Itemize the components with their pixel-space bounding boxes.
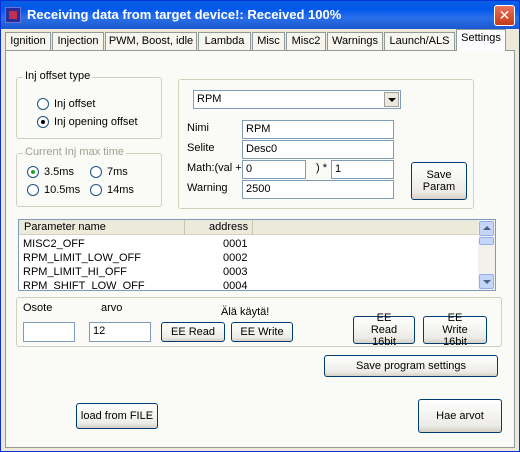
radio-14ms[interactable]: 14ms (90, 184, 134, 196)
inj-offset-group: Inj offset type Inj offset Inj opening o… (16, 70, 162, 139)
math-label: Math:(val + (187, 162, 242, 174)
nimi-field[interactable]: RPM (242, 120, 394, 139)
arvo-label: arvo (101, 302, 123, 314)
eeprom-group: Osote arvo 12 Älä käytä! EE Read EE Writ… (16, 297, 502, 348)
cell-name: RPM_LIMIT_HI_OFF (23, 266, 127, 278)
radio-indicator (90, 184, 102, 196)
title-bar: Receiving data from target device!: Rece… (1, 1, 519, 29)
load-from-file-button[interactable]: load from FILE (76, 403, 158, 429)
radio-indicator (37, 116, 49, 128)
tab-misc2[interactable]: Misc2 (286, 32, 326, 51)
radio-7ms[interactable]: 7ms (90, 166, 128, 178)
inj-offset-title: Inj offset type (23, 70, 93, 82)
radio-label: 10.5ms (44, 184, 81, 196)
cell-address: 0002 (223, 252, 248, 264)
selite-label: Selite (187, 142, 215, 154)
radio-inj-offset[interactable]: Inj offset (37, 98, 95, 110)
param-select-value: RPM (197, 93, 222, 105)
tab-settings[interactable]: Settings (456, 29, 506, 51)
hae-arvot-button[interactable]: Hae arvot (418, 399, 502, 433)
nimi-label: Nimi (187, 122, 209, 134)
ee-read-16bit-button[interactable]: EE Read 16bit (353, 312, 415, 348)
radio-inj-opening-offset[interactable]: Inj opening offset (37, 116, 138, 128)
scroll-down-icon[interactable] (479, 274, 494, 289)
osote-field[interactable] (23, 322, 75, 342)
warning-label: Warning (187, 182, 228, 194)
ee-write-16bit-button[interactable]: EE Write 16bit (423, 312, 487, 348)
cell-address: 0003 (223, 266, 248, 278)
radio-indicator (90, 166, 102, 178)
cell-address: 0001 (223, 238, 248, 250)
table-header: Parameter name address (19, 220, 479, 235)
arvo-field[interactable]: 12 (89, 322, 151, 342)
radio-3-5ms[interactable]: 3.5ms (27, 166, 74, 178)
main-window: Receiving data from target device!: Rece… (0, 0, 520, 452)
ee-warning-label: Älä käytä! (221, 306, 270, 318)
tab-launch-als[interactable]: Launch/ALS (384, 32, 455, 51)
column-parameter-name[interactable]: Parameter name (19, 220, 185, 235)
cell-name: RPM_SHIFT_LOW_OFF (23, 280, 145, 291)
save-program-settings-button[interactable]: Save program settings (324, 355, 498, 377)
param-select[interactable]: RPM (193, 90, 401, 109)
osote-label: Osote (23, 302, 53, 314)
table-scrollbar[interactable] (478, 220, 495, 290)
tab-injection[interactable]: Injection (52, 32, 104, 51)
radio-label: 3.5ms (44, 166, 74, 178)
radio-label: 7ms (107, 166, 128, 178)
radio-indicator (27, 166, 39, 178)
tab-misc[interactable]: Misc (252, 32, 285, 51)
window-title: Receiving data from target device!: Rece… (27, 7, 342, 22)
radio-indicator (27, 184, 39, 196)
radio-indicator (37, 98, 49, 110)
tab-pwm-boost-idle[interactable]: PWM, Boost, idle (105, 32, 197, 51)
radio-label: Inj offset (54, 98, 96, 110)
save-param-button[interactable]: Save Param (411, 162, 467, 200)
radio-10-5ms[interactable]: 10.5ms (27, 184, 80, 196)
chevron-down-icon[interactable] (384, 92, 399, 107)
scroll-up-icon[interactable] (479, 221, 494, 236)
ee-write-button[interactable]: EE Write (231, 322, 293, 342)
close-button[interactable]: ✕ (494, 5, 515, 26)
tab-strip: Ignition Injection PWM, Boost, idle Lamb… (5, 29, 515, 51)
cell-name: RPM_LIMIT_LOW_OFF (23, 252, 141, 264)
app-icon (5, 7, 21, 23)
math-offset-field[interactable]: 0 (242, 160, 306, 179)
inj-max-group: Current Inj max time 3.5ms 7ms 10.5ms 14… (16, 146, 162, 207)
settings-panel: Inj offset type Inj offset Inj opening o… (5, 50, 515, 448)
inj-max-title: Current Inj max time (23, 146, 127, 158)
selite-field[interactable]: Desc0 (242, 140, 394, 159)
radio-label: 14ms (107, 184, 134, 196)
radio-label: Inj opening offset (54, 116, 138, 128)
warning-field[interactable]: 2500 (242, 180, 394, 199)
ee-read-button[interactable]: EE Read (161, 322, 225, 342)
math-factor-field[interactable]: 1 (331, 160, 394, 179)
tab-lambda[interactable]: Lambda (198, 32, 251, 51)
parameter-table[interactable]: Parameter name address MISC2_OFF 0001 RP… (18, 219, 496, 291)
scroll-thumb[interactable] (479, 237, 494, 245)
param-editor-group: RPM Nimi RPM Selite Desc0 Math:(val + 0 … (178, 79, 474, 209)
tab-warnings[interactable]: Warnings (327, 32, 383, 51)
tab-ignition[interactable]: Ignition (5, 32, 51, 51)
cell-address: 0004 (223, 280, 248, 291)
math-multiply-label: ) * (316, 162, 327, 174)
column-address[interactable]: address (185, 220, 253, 235)
cell-name: MISC2_OFF (23, 238, 85, 250)
